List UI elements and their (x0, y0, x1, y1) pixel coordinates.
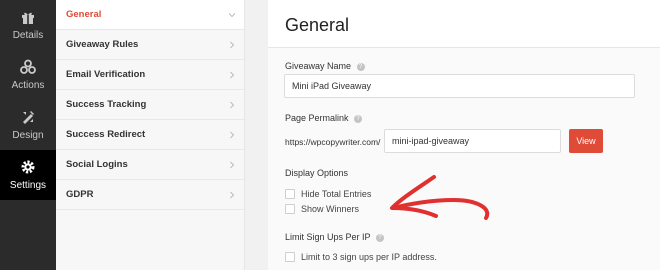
rail-label-actions: Actions (11, 80, 45, 91)
hide-total-entries-option[interactable]: Hide Total Entries (285, 189, 371, 199)
hide-total-entries-checkbox[interactable] (285, 189, 295, 199)
rail-label-details: Details (12, 30, 44, 41)
show-winners-checkbox[interactable] (285, 204, 295, 214)
help-icon[interactable]: ? (375, 233, 384, 242)
page-permalink-label-text: Page Permalink (285, 113, 349, 123)
page-permalink-label: Page Permalink ? (285, 113, 363, 123)
chevron-right-icon (230, 131, 235, 138)
rail-item-design[interactable]: Design (0, 100, 56, 150)
design-icon (23, 111, 34, 124)
subnav-label: General (66, 9, 102, 20)
view-button[interactable]: View (569, 129, 603, 153)
subnav-item-success-tracking[interactable]: Success Tracking (56, 90, 244, 120)
actions-icon (20, 59, 36, 74)
subnav-label: Social Logins (66, 159, 128, 170)
subnav-label: Success Redirect (66, 129, 146, 140)
subnav-label: Email Verification (66, 69, 146, 80)
page-title: General (285, 15, 350, 35)
limit-signups-label-text: Limit Sign Ups Per IP (285, 232, 371, 242)
permalink-slug-value: mini-ipad-giveaway (392, 136, 470, 146)
annotation-arrow-icon (390, 175, 490, 220)
chevron-right-icon (230, 191, 235, 198)
left-icon-rail: Details Actions Design Settings (0, 0, 56, 270)
display-options-label: Display Options (285, 168, 349, 178)
settings-subnav: General Giveaway Rules Email Verificatio… (56, 0, 245, 270)
limit-signups-label: Limit Sign Ups Per IP ? (285, 232, 384, 242)
panel-header: General (268, 0, 660, 48)
subnav-label: GDPR (66, 189, 94, 200)
limit-signups-option[interactable]: Limit to 3 sign ups per IP address. (285, 252, 437, 262)
rail-item-settings[interactable]: Settings (0, 150, 56, 200)
subnav-label: Success Tracking (66, 99, 147, 110)
subnav-item-email-verification[interactable]: Email Verification (56, 60, 244, 90)
subnav-item-giveaway-rules[interactable]: Giveaway Rules (56, 30, 244, 60)
hide-total-entries-label: Hide Total Entries (301, 189, 372, 199)
help-icon[interactable]: ? (354, 114, 363, 123)
limit-signups-option-label: Limit to 3 sign ups per IP address. (301, 252, 437, 262)
giveaway-name-input[interactable]: Mini iPad Giveaway (284, 74, 635, 98)
chevron-right-icon (230, 71, 235, 78)
chevron-right-icon (230, 101, 235, 108)
giveaway-name-label-text: Giveaway Name (285, 61, 352, 71)
rail-label-settings: Settings (9, 180, 47, 191)
subnav-label: Giveaway Rules (66, 39, 139, 50)
giveaway-name-label: Giveaway Name ? (285, 61, 365, 71)
subnav-item-social-logins[interactable]: Social Logins (56, 150, 244, 180)
gear-icon (21, 160, 35, 174)
gift-icon (22, 12, 34, 24)
subnav-item-success-redirect[interactable]: Success Redirect (56, 120, 244, 150)
show-winners-option[interactable]: Show Winners (285, 204, 359, 214)
rail-label-design: Design (12, 130, 44, 141)
subnav-item-gdpr[interactable]: GDPR (56, 180, 244, 210)
chevron-right-icon (230, 161, 235, 168)
limit-signups-checkbox[interactable] (285, 252, 295, 262)
chevron-right-icon (230, 41, 235, 48)
rail-item-actions[interactable]: Actions (0, 50, 56, 100)
show-winners-label: Show Winners (301, 204, 360, 214)
help-icon[interactable]: ? (356, 62, 365, 71)
chevron-down-icon (228, 12, 236, 17)
permalink-prefix: https://wpcopywriter.com/ (285, 137, 381, 147)
rail-item-details[interactable]: Details (0, 0, 56, 50)
permalink-slug-input[interactable]: mini-ipad-giveaway (384, 129, 561, 153)
giveaway-name-value: Mini iPad Giveaway (292, 81, 372, 91)
subnav-item-general[interactable]: General (56, 0, 244, 30)
